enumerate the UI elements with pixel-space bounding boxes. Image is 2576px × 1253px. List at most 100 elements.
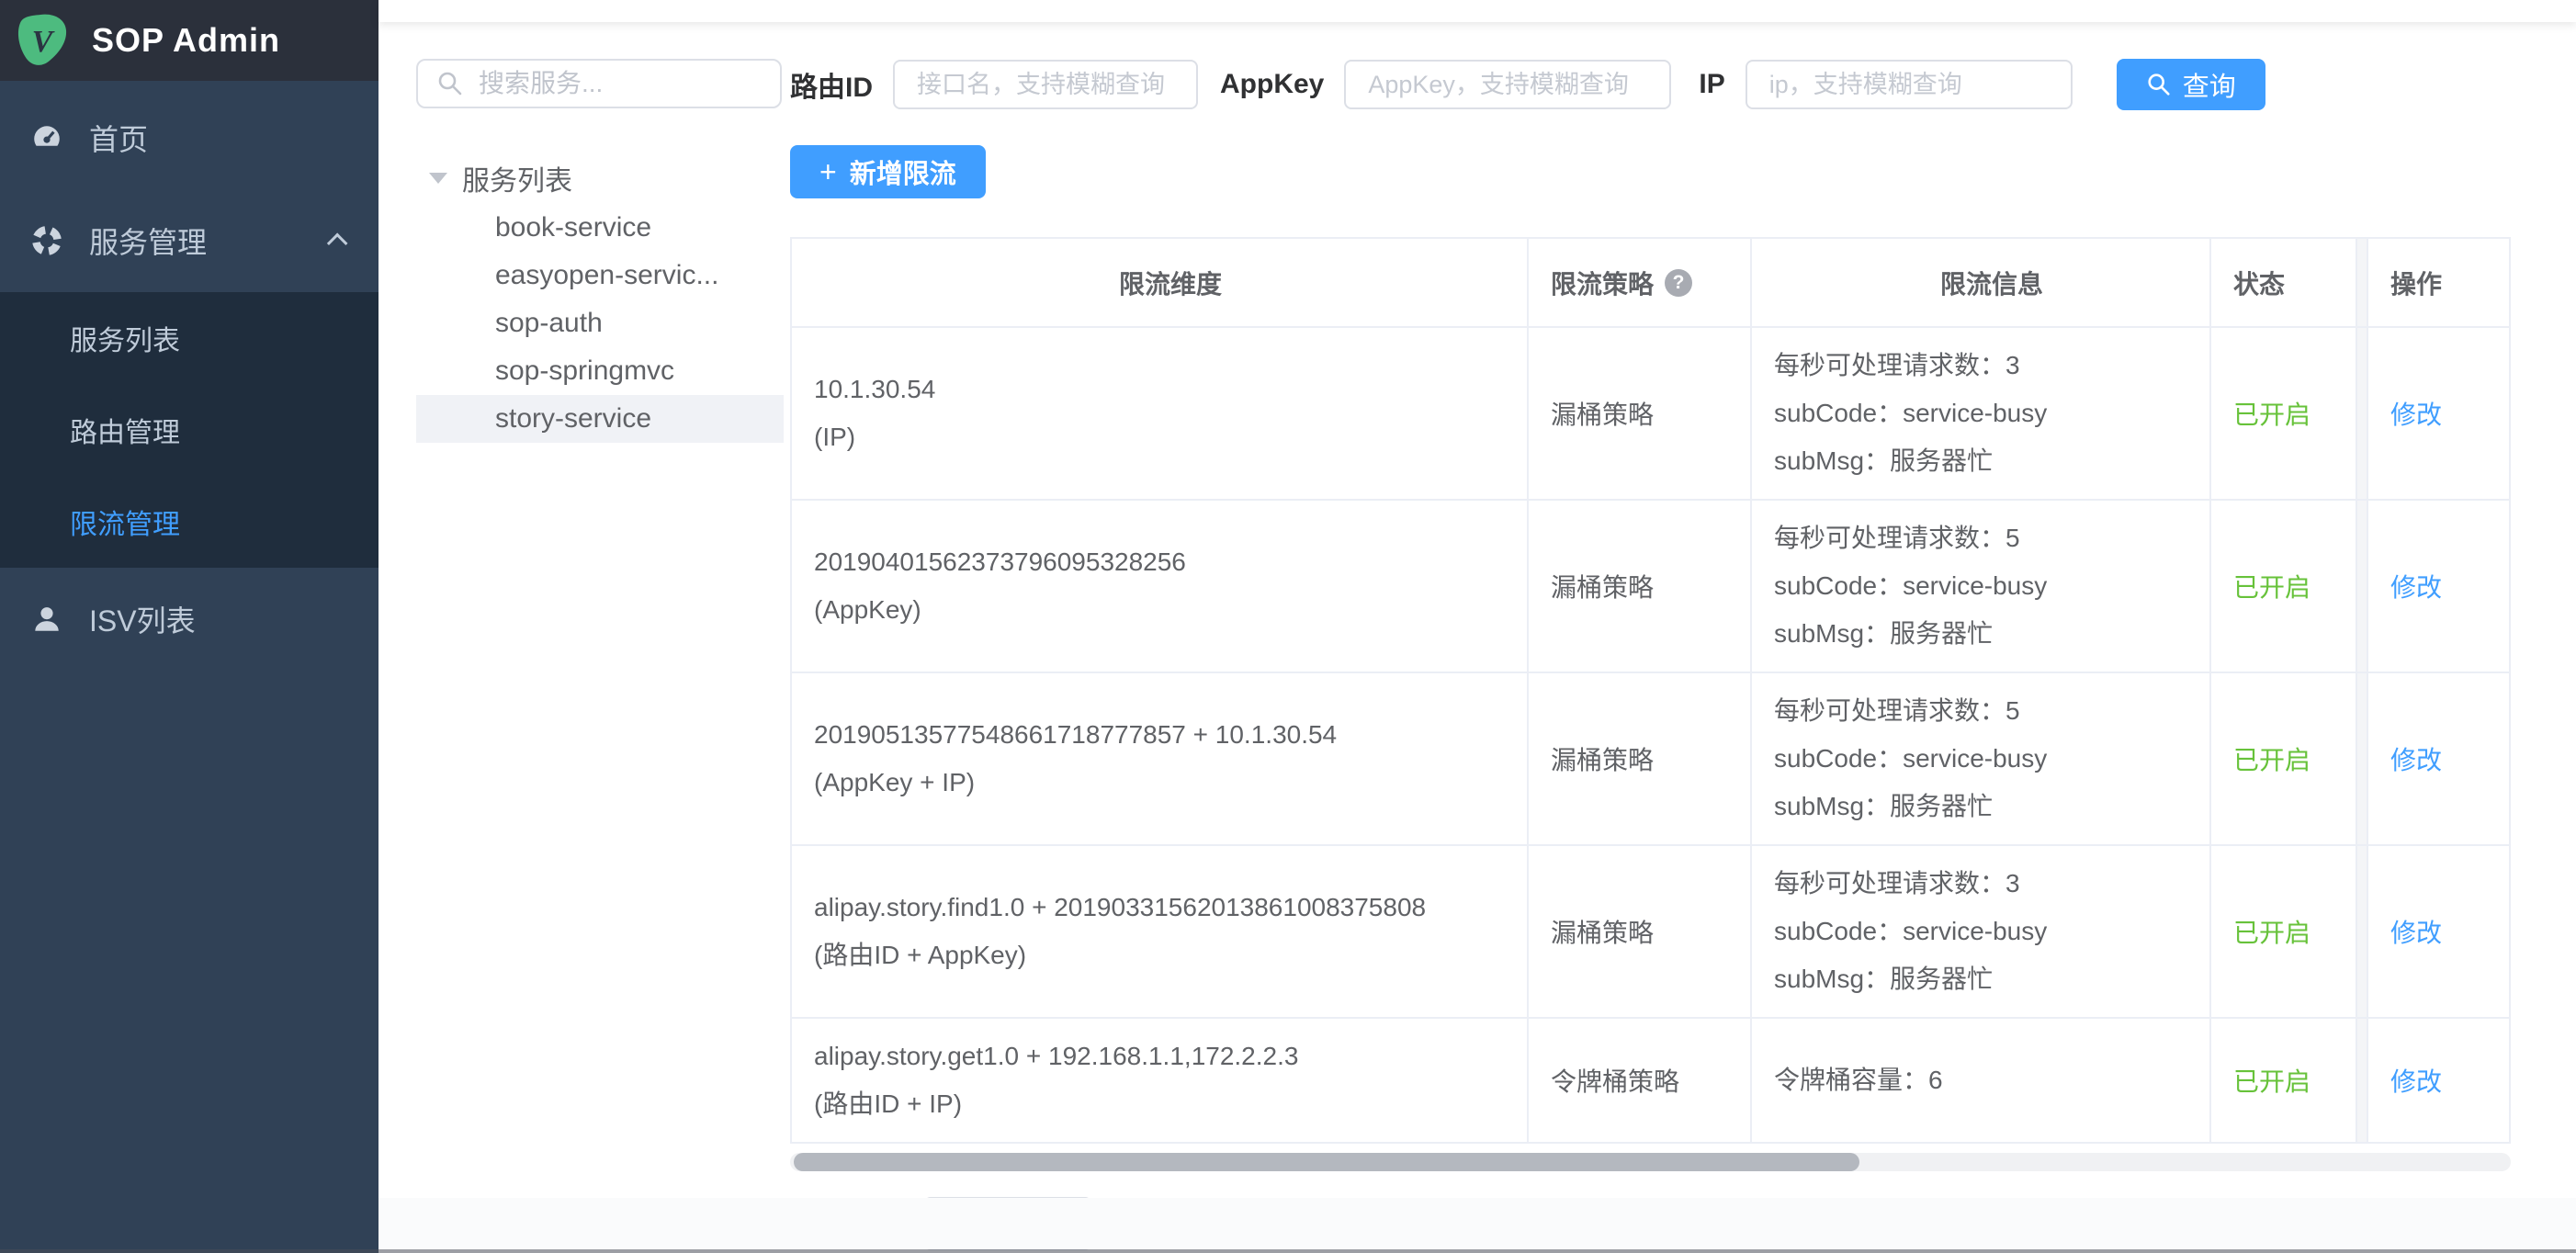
cell-dimension: 20190513577548661718777857 + 10.1.30.54 … xyxy=(792,673,1529,844)
plus-icon: + xyxy=(819,157,837,186)
service-tree-panel: 服务列表 book-service easyopen-servic... sop… xyxy=(378,59,790,1253)
user-icon xyxy=(30,603,63,636)
appkey-label: AppKey xyxy=(1220,69,1324,100)
cell-info: 每秒可处理请求数：5 subCode：service-busy subMsg：服… xyxy=(1752,673,2211,844)
tree-node-easyopen-service[interactable]: easyopen-servic... xyxy=(416,252,784,299)
cell-strategy: 漏桶策略 xyxy=(1529,328,1752,499)
sidebar: V SOP Admin 首页 xyxy=(0,0,378,1253)
cell-status: 已开启 xyxy=(2211,846,2356,1017)
cell-strategy: 漏桶策略 xyxy=(1529,501,1752,672)
tree-node-book-service[interactable]: book-service xyxy=(416,204,784,252)
cell-action: 修改 xyxy=(2368,673,2507,844)
sidebar-item-route-mgmt[interactable]: 路由管理 xyxy=(0,384,378,476)
limit-table: 限流维度 限流策略 ? 限流信息 状态 操作 10.1.30.54 xyxy=(790,237,2511,1144)
dimension-type: (路由ID + AppKey) xyxy=(814,931,1527,979)
dimension-type: (路由ID + IP) xyxy=(814,1080,1527,1128)
sidebar-menu: 首页 服务管理 服务列表 路由管理 限流管理 xyxy=(0,81,378,671)
tree-node-sop-auth[interactable]: sop-auth xyxy=(416,299,784,347)
header-info: 限流信息 xyxy=(1752,239,2211,326)
edit-link[interactable]: 修改 xyxy=(2390,568,2442,604)
main-area: 服务列表 book-service easyopen-servic... sop… xyxy=(378,0,2576,1253)
info-line: subCode：service-busy xyxy=(1774,562,2209,610)
edit-link[interactable]: 修改 xyxy=(2390,913,2442,950)
status-badge: 已开启 xyxy=(2233,1062,2310,1099)
add-limit-button-label: 新增限流 xyxy=(850,152,956,191)
header-status: 状态 xyxy=(2211,239,2356,326)
dimension-type: (AppKey) xyxy=(814,586,1527,634)
horizontal-scrollbar-thumb[interactable] xyxy=(794,1153,1859,1171)
cell-status: 已开启 xyxy=(2211,328,2356,499)
tree-node-sop-springmvc[interactable]: sop-springmvc xyxy=(416,347,784,395)
table-row: 20190513577548661718777857 + 10.1.30.54 … xyxy=(792,673,2509,846)
info-line: 每秒可处理请求数：3 xyxy=(1774,342,2209,389)
cell-strategy: 令牌桶策略 xyxy=(1529,1019,1752,1142)
sidebar-item-service-mgmt[interactable]: 服务管理 xyxy=(0,189,378,292)
horizontal-scrollbar-track[interactable] xyxy=(790,1153,2511,1171)
fixed-column-gap xyxy=(2356,1019,2368,1142)
status-badge: 已开启 xyxy=(2233,740,2310,777)
info-line: subMsg：服务器忙 xyxy=(1774,610,2209,658)
component-ring-icon xyxy=(30,224,63,257)
header-strategy-label: 限流策略 xyxy=(1551,265,1654,301)
info-line: subCode：service-busy xyxy=(1774,389,2209,437)
service-search-box[interactable] xyxy=(416,59,782,108)
window-bottom-edge xyxy=(0,1249,2576,1253)
cell-status: 已开启 xyxy=(2211,1019,2356,1142)
dashboard-icon xyxy=(30,121,63,154)
add-limit-button[interactable]: + 新增限流 xyxy=(790,145,986,198)
sidebar-item-service-list[interactable]: 服务列表 xyxy=(0,292,378,384)
header-dimension: 限流维度 xyxy=(792,239,1529,326)
cell-action: 修改 xyxy=(2368,501,2507,672)
appkey-input[interactable] xyxy=(1344,60,1671,109)
info-line: subMsg：服务器忙 xyxy=(1774,437,2209,485)
edit-link[interactable]: 修改 xyxy=(2390,1062,2442,1099)
service-tree: 服务列表 book-service easyopen-servic... sop… xyxy=(416,152,790,443)
status-badge: 已开启 xyxy=(2233,395,2310,432)
dimension-value: 10.1.30.54 xyxy=(814,366,1527,413)
question-circle-icon[interactable]: ? xyxy=(1665,269,1692,297)
sidebar-item-isv[interactable]: ISV列表 xyxy=(0,568,378,671)
edit-link[interactable]: 修改 xyxy=(2390,740,2442,777)
fixed-column-gap xyxy=(2356,846,2368,1017)
fixed-column-gap xyxy=(2356,328,2368,499)
dimension-value: alipay.story.get1.0 + 192.168.1.1,172.2.… xyxy=(814,1033,1527,1080)
sidebar-item-label: 首页 xyxy=(89,117,148,159)
top-navbar xyxy=(378,0,2576,22)
cell-action: 修改 xyxy=(2368,328,2507,499)
status-badge: 已开启 xyxy=(2233,913,2310,950)
header-strategy: 限流策略 ? xyxy=(1529,239,1752,326)
sidebar-submenu: 服务列表 路由管理 限流管理 xyxy=(0,292,378,568)
svg-text:V: V xyxy=(32,25,55,59)
route-id-input[interactable] xyxy=(893,60,1198,109)
tree-node-story-service[interactable]: story-service xyxy=(416,395,784,443)
cell-info: 每秒可处理请求数：3 subCode：service-busy subMsg：服… xyxy=(1752,846,2211,1017)
ip-label: IP xyxy=(1699,69,1724,100)
sidebar-item-limit-mgmt[interactable]: 限流管理 xyxy=(0,476,378,568)
edit-link[interactable]: 修改 xyxy=(2390,395,2442,432)
ip-input[interactable] xyxy=(1746,60,2073,109)
table-row: alipay.story.get1.0 + 192.168.1.1,172.2.… xyxy=(792,1019,2509,1144)
info-line: subCode：service-busy xyxy=(1774,735,2209,783)
tree-root-label: 服务列表 xyxy=(462,158,572,198)
fixed-column-gap xyxy=(2356,673,2368,844)
page-bottom-background xyxy=(378,1198,2576,1249)
dimension-type: (AppKey + IP) xyxy=(814,759,1527,807)
dimension-value: 20190513577548661718777857 + 10.1.30.54 xyxy=(814,711,1527,759)
chevron-up-icon xyxy=(327,233,348,254)
fixed-column-gap xyxy=(2356,501,2368,672)
query-button[interactable]: 查询 xyxy=(2117,59,2265,110)
sidebar-item-label: 服务管理 xyxy=(89,220,207,262)
app-title: SOP Admin xyxy=(92,21,280,60)
cell-info: 每秒可处理请求数：3 subCode：service-busy subMsg：服… xyxy=(1752,328,2211,499)
sidebar-item-home[interactable]: 首页 xyxy=(0,86,378,189)
info-line: subMsg：服务器忙 xyxy=(1774,955,2209,1003)
service-search-input[interactable] xyxy=(479,69,762,98)
content: 服务列表 book-service easyopen-servic... sop… xyxy=(378,22,2576,1253)
cell-status: 已开启 xyxy=(2211,501,2356,672)
table-header-row: 限流维度 限流策略 ? 限流信息 状态 操作 xyxy=(792,239,2509,328)
app-root: V SOP Admin 首页 xyxy=(0,0,2576,1253)
query-button-label: 查询 xyxy=(2183,65,2236,104)
search-icon xyxy=(436,70,464,97)
tree-root-node[interactable]: 服务列表 xyxy=(416,152,790,204)
dimension-value: alipay.story.find1.0 + 20190331562013861… xyxy=(814,884,1527,931)
